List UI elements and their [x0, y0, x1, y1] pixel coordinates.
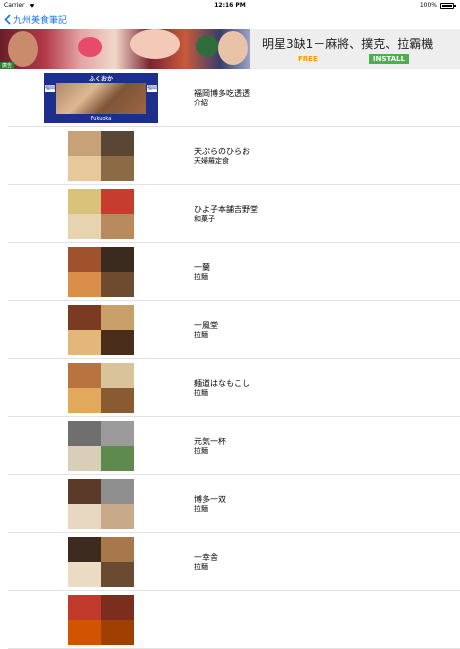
- ad-title: 明星3缺1－麻將、撲克、拉霸機: [262, 37, 434, 51]
- list-item[interactable]: 一風堂 拉麵: [8, 301, 460, 359]
- item-subtitle: 和菓子: [194, 215, 215, 223]
- item-thumbnail: [68, 189, 134, 239]
- list-item[interactable]: ふくおか 福岡 福岡 Fukuoka 福岡博多吃透透 介紹: [8, 69, 460, 127]
- list-item[interactable]: 博多一双 拉麵: [8, 475, 460, 533]
- item-subtitle: 拉麵: [194, 331, 208, 339]
- navigation-bar: 九州美食筆記: [0, 11, 460, 29]
- ad-install-button[interactable]: INSTALL: [369, 54, 410, 64]
- ad-artwork: [0, 29, 250, 69]
- list-item[interactable]: [8, 591, 460, 649]
- banner-left-text: 福岡: [45, 85, 56, 92]
- item-thumbnail: [68, 305, 134, 355]
- list-item[interactable]: 麺道はなもこし 拉麵: [8, 359, 460, 417]
- item-thumbnail: [68, 537, 134, 587]
- ad-label: 廣告: [0, 62, 15, 69]
- status-bar: Carrier 12:16 PM 100%: [0, 0, 460, 11]
- chevron-left-icon: [4, 14, 11, 25]
- item-subtitle: 天婦羅定食: [194, 157, 229, 165]
- item-thumbnail: [68, 595, 134, 645]
- item-subtitle: 介紹: [194, 99, 208, 107]
- back-button-label: 九州美食筆記: [13, 16, 68, 26]
- item-subtitle: 拉麵: [194, 389, 208, 397]
- item-subtitle: 拉麵: [194, 563, 208, 571]
- battery-icon: [440, 2, 456, 9]
- battery-percent: 100%: [419, 2, 437, 9]
- item-thumbnail: [68, 479, 134, 529]
- fukuoka-banner-image: ふくおか 福岡 福岡 Fukuoka: [44, 73, 158, 123]
- item-subtitle: 拉麵: [194, 273, 208, 281]
- clock: 12:16 PM: [214, 2, 246, 9]
- banner-bottom-text: Fukuoka: [90, 116, 112, 122]
- list-item[interactable]: 一幸舎 拉麵: [8, 533, 460, 591]
- list-item[interactable]: 一蘭 拉麵: [8, 243, 460, 301]
- ad-free-label: FREE: [298, 55, 318, 63]
- item-thumbnail: [68, 421, 134, 471]
- list-item[interactable]: ひよ子本舗吉野堂 和菓子: [8, 185, 460, 243]
- item-thumbnail: [68, 131, 134, 181]
- back-button[interactable]: 九州美食筆記: [4, 13, 67, 26]
- list-item[interactable]: 天ぷらのひらお 天婦羅定食: [8, 127, 460, 185]
- item-thumbnail: [68, 363, 134, 413]
- item-subtitle: 拉麵: [194, 447, 208, 455]
- ad-banner[interactable]: 廣告 明星3缺1－麻將、撲克、拉霸機 FREE INSTALL: [0, 29, 460, 69]
- list-item[interactable]: 元気一杯 拉麵: [8, 417, 460, 475]
- restaurant-list: ふくおか 福岡 福岡 Fukuoka 福岡博多吃透透 介紹 天ぷらのひらお 天婦…: [0, 69, 460, 649]
- item-subtitle: 拉麵: [194, 505, 208, 513]
- item-thumbnail: [68, 247, 134, 297]
- banner-right-text: 福岡: [147, 85, 158, 92]
- battery-status: 100%: [419, 2, 456, 9]
- banner-top-text: ふくおか: [88, 76, 113, 83]
